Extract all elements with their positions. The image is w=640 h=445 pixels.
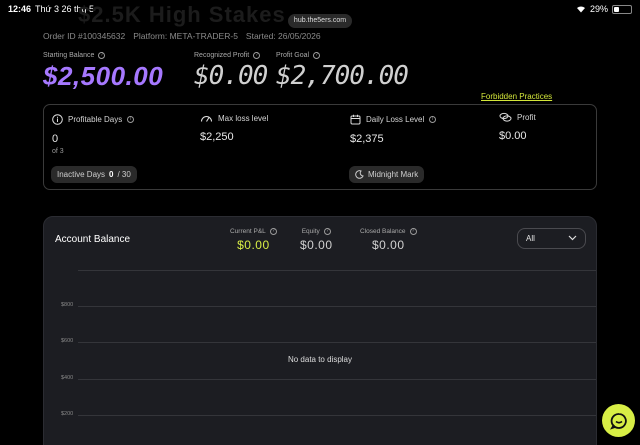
info-icon[interactable]: ? — [269, 228, 277, 235]
filter-select-value: All — [526, 234, 535, 243]
platform: Platform: META-TRADER-5 — [133, 31, 238, 41]
current-pnl: Current P&L? $0.00 — [230, 228, 277, 252]
coins-icon — [499, 112, 512, 122]
equity: Equity? $0.00 — [300, 228, 333, 252]
grid-line — [78, 306, 596, 307]
account-balance-title: Account Balance — [55, 234, 131, 245]
current-pnl-label: Current P&L — [230, 228, 266, 235]
profit-goal-label: Profit Goal — [276, 52, 310, 59]
y-tick: $400 — [61, 375, 74, 381]
midnight-mark-chip[interactable]: Midnight Mark — [349, 166, 425, 183]
battery-icon — [612, 4, 632, 14]
starting-balance: Starting Balance? $2,500.00 — [43, 52, 163, 92]
inactive-days-label: Inactive Days — [57, 170, 106, 179]
y-tick: $200 — [61, 411, 74, 417]
inactive-days-total: / 30 — [117, 170, 131, 179]
current-pnl-value: $0.00 — [237, 238, 270, 252]
profitable-days-of: of 3 — [52, 148, 64, 155]
battery-fill — [614, 6, 619, 12]
filter-select[interactable]: All — [517, 228, 586, 249]
status-right: 29% — [576, 4, 632, 14]
order-info: Order ID #100345632 Platform: META-TRADE… — [43, 31, 321, 41]
info-icon[interactable]: i — [429, 116, 437, 123]
closed-balance-label: Closed Balance — [360, 228, 406, 235]
grid-line — [78, 342, 596, 343]
info-icon[interactable]: ? — [323, 228, 331, 235]
max-loss-label: Max loss level — [218, 113, 269, 123]
info-icon — [52, 114, 63, 125]
midnight-mark-label: Midnight Mark — [368, 170, 419, 179]
y-tick: $800 — [61, 302, 74, 308]
info-icon[interactable]: ? — [409, 228, 417, 235]
account-balance-card: Account Balance Current P&L? $0.00 Equit… — [43, 216, 597, 445]
profitable-days-value: 0 — [52, 133, 59, 145]
profit-goal: Profit Goal? $2,700.00 — [276, 52, 409, 91]
closed-balance-value: $0.00 — [372, 238, 405, 252]
daily-loss-value: $2,375 — [350, 133, 384, 145]
page-ghost-title: $2.5K High Stakes — [78, 2, 286, 27]
equity-value: $0.00 — [300, 238, 333, 252]
max-loss: Max loss level $2,250 — [200, 113, 269, 144]
grid-line — [78, 415, 596, 416]
stats-card: Profitable Days i 0 of 3 Inactive Days 0… — [43, 104, 597, 190]
info-icon[interactable]: ? — [98, 52, 106, 59]
order-id: Order ID #100345632 — [43, 31, 126, 41]
profit-label: Profit — [517, 112, 536, 122]
no-data-message: No data to display — [287, 355, 353, 364]
info-icon[interactable]: ? — [313, 52, 321, 59]
profitable-days-label: Profitable Days — [68, 115, 123, 124]
info-icon[interactable]: ? — [253, 52, 261, 59]
info-icon[interactable]: i — [127, 116, 135, 123]
chat-icon — [609, 412, 627, 430]
gauge-icon — [200, 116, 213, 122]
recognized-profit-value: $0.00 — [194, 61, 268, 91]
battery-percent: 29% — [589, 4, 608, 14]
url-bar[interactable]: hub.the5ers.com — [288, 14, 352, 28]
recognized-profit-label: Recognized Profit — [194, 52, 250, 59]
max-loss-value: $2,250 — [200, 131, 234, 143]
profitable-days: Profitable Days i 0 of 3 — [52, 114, 135, 155]
profit-goal-value: $2,700.00 — [276, 61, 409, 91]
inactive-days-chip: Inactive Days 0 / 30 — [51, 166, 137, 183]
calendar-icon — [350, 114, 361, 125]
closed-balance: Closed Balance? $0.00 — [360, 228, 417, 252]
started-date: Started: 26/05/2026 — [245, 31, 321, 41]
inactive-days-value: 0 — [109, 170, 114, 179]
recognized-profit: Recognized Profit? $0.00 — [194, 52, 268, 91]
equity-label: Equity — [301, 228, 320, 235]
y-tick: $600 — [61, 338, 74, 344]
profit: Profit $0.00 — [499, 112, 536, 143]
moon-icon — [355, 170, 364, 179]
wifi-icon — [576, 6, 585, 13]
chat-button[interactable] — [602, 404, 635, 437]
forbidden-practices-link[interactable]: Forbidden Practices — [481, 92, 552, 101]
daily-loss-label: Daily Loss Level — [366, 115, 425, 124]
profit-value: $0.00 — [499, 130, 527, 142]
grid-line — [78, 379, 596, 380]
chevron-down-icon — [568, 235, 577, 241]
starting-balance-label: Starting Balance — [43, 52, 95, 59]
grid-line — [78, 270, 596, 271]
status-time: 12:46 — [8, 4, 32, 14]
starting-balance-value: $2,500.00 — [43, 61, 164, 91]
daily-loss: Daily Loss Level i $2,375 — [350, 114, 437, 145]
